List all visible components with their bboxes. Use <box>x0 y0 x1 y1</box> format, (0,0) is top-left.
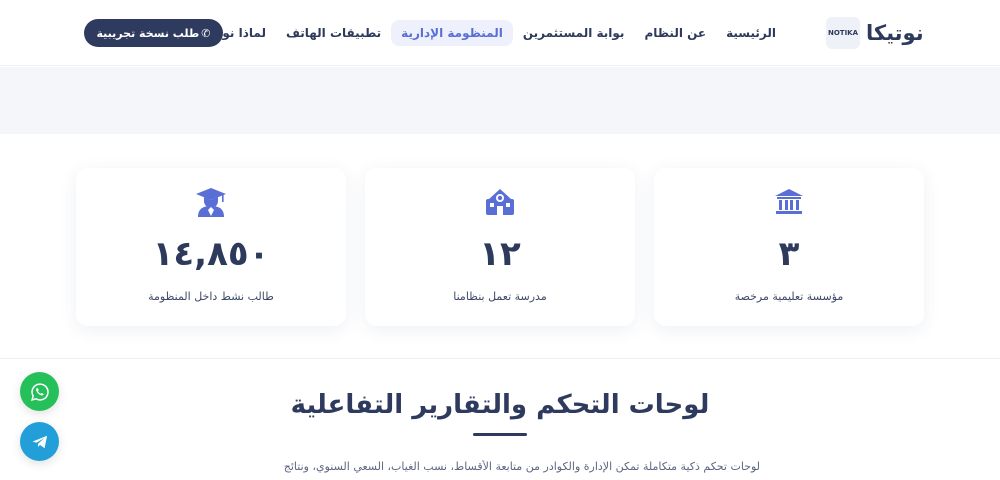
logo-text: نوتيكا <box>866 21 924 45</box>
stat-card-schools: ١٢ مدرسة تعمل بنظامنا <box>365 168 635 326</box>
site-header: NOTIKA نوتيكا الرئيسية عن النظام بوابة ا… <box>0 0 1000 66</box>
school-icon <box>486 189 514 215</box>
stat-value: ٣ <box>778 234 800 274</box>
nav-item-investors[interactable]: بوابة المستثمرين <box>513 20 635 46</box>
request-trial-label: طلب نسخة تجريبية <box>96 26 200 40</box>
title-underline <box>473 433 527 436</box>
hero-band <box>0 67 1000 134</box>
main-nav: الرئيسية عن النظام بوابة المستثمرين المن… <box>195 18 786 48</box>
whatsapp-icon <box>30 382 49 401</box>
institution-icon <box>775 189 803 214</box>
stat-value: ١٤,٨٥٠ <box>152 234 270 274</box>
telegram-icon <box>32 435 47 448</box>
nav-item-home[interactable]: الرئيسية <box>716 20 786 46</box>
nav-item-admin-system[interactable]: المنظومة الإدارية <box>391 20 513 46</box>
section-description: لوحات تحكم ذكية متكاملة تمكن الإدارة وال… <box>283 460 760 473</box>
logo-badge: NOTIKA <box>826 17 860 49</box>
logo[interactable]: NOTIKA نوتيكا <box>826 17 924 49</box>
stat-label: مؤسسة تعليمية مرخصة <box>734 290 844 303</box>
nav-item-mobile-apps[interactable]: تطبيقات الهاتف <box>276 20 391 46</box>
stat-card-students: ١٤,٨٥٠ طالب نشط داخل المنظومة <box>76 168 346 326</box>
phone-icon: ✆ <box>201 26 211 40</box>
nav-item-about[interactable]: عن النظام <box>634 20 716 46</box>
stat-value: ١٢ <box>479 234 521 274</box>
stat-label: طالب نشط داخل المنظومة <box>148 290 274 303</box>
request-trial-button[interactable]: ✆ طلب نسخة تجريبية <box>84 19 223 47</box>
whatsapp-button[interactable] <box>20 372 59 411</box>
stat-card-institutions: ٣ مؤسسة تعليمية مرخصة <box>654 168 924 326</box>
graduate-icon <box>196 188 226 217</box>
section-divider <box>0 358 1000 359</box>
telegram-button[interactable] <box>20 422 59 461</box>
stat-label: مدرسة تعمل بنظامنا <box>453 290 547 303</box>
section-title: لوحات التحكم والتقارير التفاعلية <box>290 390 710 420</box>
